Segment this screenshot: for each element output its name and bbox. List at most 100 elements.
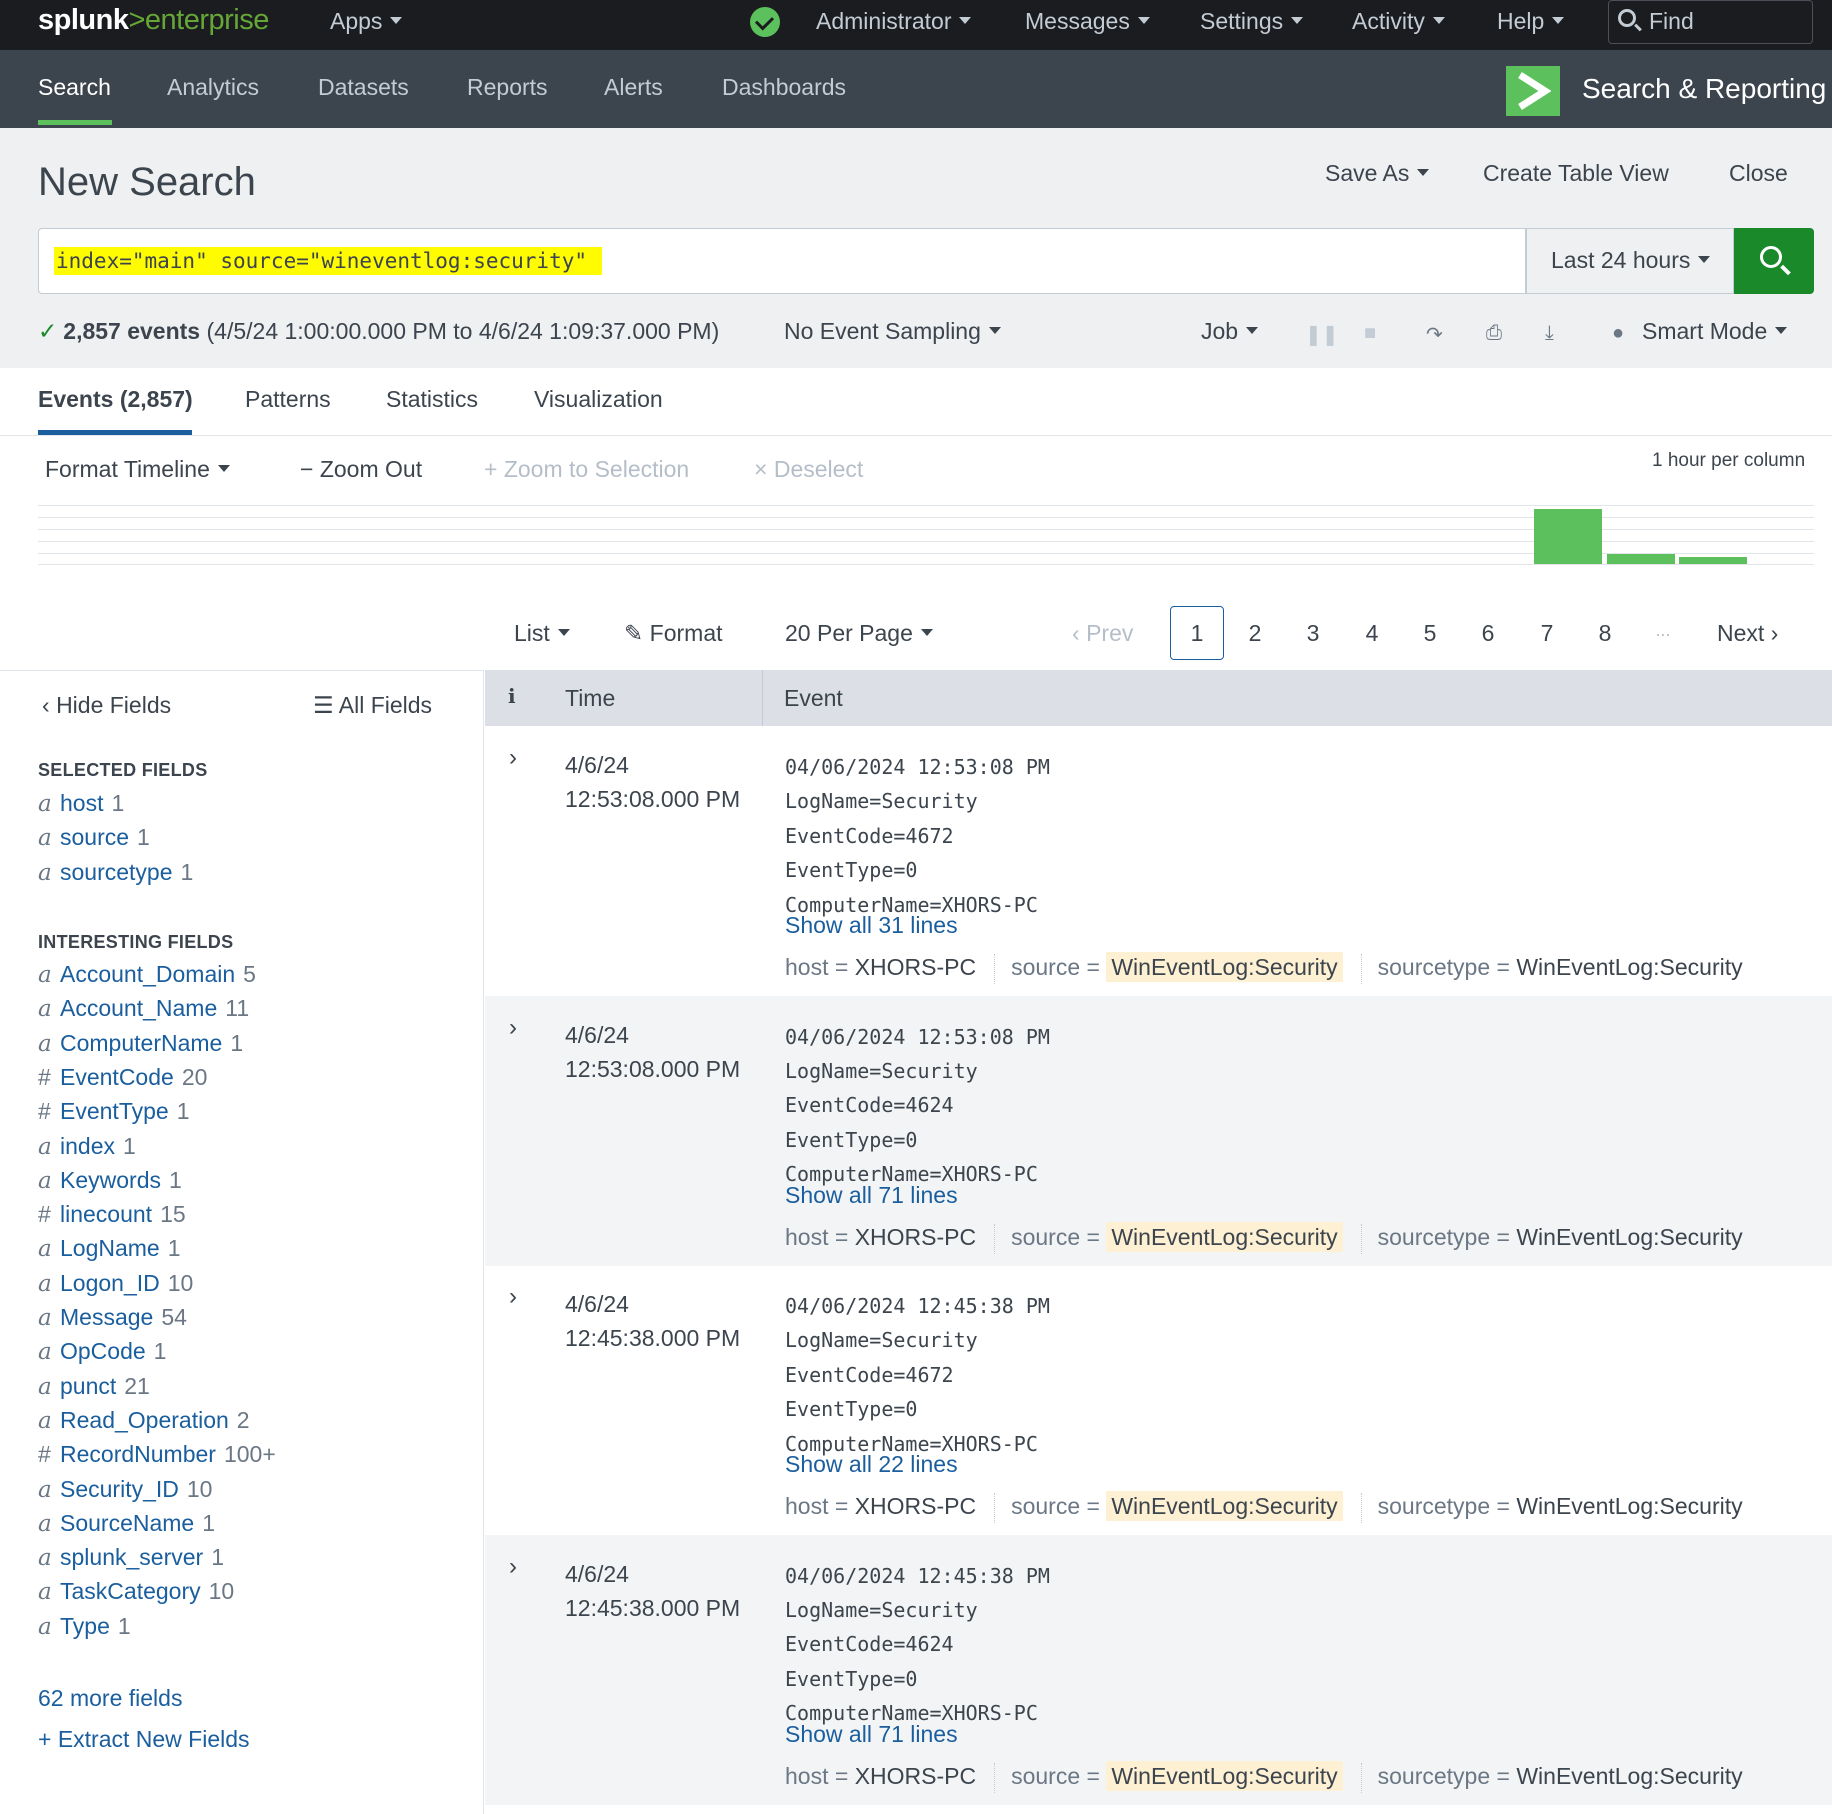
field-item[interactable]: a index 1: [38, 1133, 136, 1160]
event-sampling-menu[interactable]: No Event Sampling: [784, 318, 1001, 345]
field-name[interactable]: sourcetype: [60, 859, 173, 885]
field-name[interactable]: TaskCategory: [60, 1578, 201, 1604]
settings-menu[interactable]: Settings: [1200, 8, 1304, 35]
field-item[interactable]: a Read_Operation 2: [38, 1407, 250, 1434]
expand-chevron-icon[interactable]: ›: [509, 744, 517, 772]
field-item[interactable]: a ComputerName 1: [38, 1030, 243, 1057]
nav-alerts[interactable]: Alerts: [604, 74, 663, 101]
host-value[interactable]: XHORS-PC: [855, 1763, 976, 1789]
nav-reports[interactable]: Reports: [467, 74, 548, 101]
field-item[interactable]: a source 1: [38, 824, 150, 851]
administrator-menu[interactable]: Administrator: [816, 8, 972, 35]
job-menu[interactable]: Job: [1201, 318, 1259, 345]
show-all-lines-link[interactable]: Show all 22 lines: [785, 1451, 958, 1478]
sourcetype-value[interactable]: WinEventLog:Security: [1516, 1493, 1742, 1519]
tab-patterns[interactable]: Patterns: [245, 386, 331, 413]
host-value[interactable]: XHORS-PC: [855, 1493, 976, 1519]
field-item[interactable]: # linecount 15: [38, 1201, 186, 1228]
field-name[interactable]: source: [60, 824, 129, 850]
field-name[interactable]: ComputerName: [60, 1030, 222, 1056]
field-name[interactable]: index: [60, 1133, 115, 1159]
print-icon[interactable]: ⎙: [1486, 322, 1502, 345]
close-button[interactable]: Close: [1729, 160, 1788, 187]
field-name[interactable]: OpCode: [60, 1338, 146, 1364]
field-item[interactable]: a host 1: [38, 790, 124, 817]
time-range-picker[interactable]: Last 24 hours: [1526, 228, 1734, 294]
tab-visualization[interactable]: Visualization: [534, 386, 663, 413]
time-column-header[interactable]: Time: [565, 685, 615, 712]
field-name[interactable]: punct: [60, 1373, 116, 1399]
source-value[interactable]: WinEventLog:Security: [1106, 1491, 1343, 1522]
tab-events[interactable]: Events (2,857): [38, 386, 193, 413]
search-query[interactable]: index="main" source="wineventlog:securit…: [54, 247, 603, 275]
field-name[interactable]: Account_Domain: [60, 961, 235, 987]
field-name[interactable]: linecount: [60, 1201, 152, 1227]
page-button[interactable]: 6: [1473, 620, 1503, 647]
nav-datasets[interactable]: Datasets: [318, 74, 409, 101]
search-button[interactable]: [1734, 228, 1814, 294]
zoom-out-button[interactable]: − Zoom Out: [300, 456, 422, 483]
source-value[interactable]: WinEventLog:Security: [1106, 1760, 1343, 1791]
field-name[interactable]: Type: [60, 1613, 110, 1639]
field-item[interactable]: a punct 21: [38, 1373, 150, 1400]
field-name[interactable]: EventCode: [60, 1064, 174, 1090]
save-as-button[interactable]: Save As: [1325, 160, 1430, 187]
per-page-menu[interactable]: 20 Per Page: [785, 620, 933, 647]
expand-chevron-icon[interactable]: ›: [509, 1014, 517, 1042]
sourcetype-value[interactable]: WinEventLog:Security: [1516, 1224, 1742, 1250]
host-value[interactable]: XHORS-PC: [855, 1224, 976, 1250]
tab-statistics[interactable]: Statistics: [386, 386, 478, 413]
source-value[interactable]: WinEventLog:Security: [1106, 952, 1343, 983]
host-value[interactable]: XHORS-PC: [855, 954, 976, 980]
create-table-view-button[interactable]: Create Table View: [1483, 160, 1669, 187]
field-item[interactable]: a Security_ID 10: [38, 1476, 212, 1503]
field-name[interactable]: RecordNumber: [60, 1441, 216, 1467]
page-button[interactable]: 8: [1590, 620, 1620, 647]
field-item[interactable]: a TaskCategory 10: [38, 1578, 234, 1605]
more-fields-link[interactable]: 62 more fields: [38, 1685, 182, 1712]
field-name[interactable]: host: [60, 790, 103, 816]
export-icon[interactable]: ⤓: [1545, 322, 1554, 345]
field-item[interactable]: a OpCode 1: [38, 1338, 166, 1365]
search-input[interactable]: index="main" source="wineventlog:securit…: [38, 228, 1526, 294]
extract-new-fields-link[interactable]: + Extract New Fields: [38, 1726, 250, 1753]
field-name[interactable]: Account_Name: [60, 995, 217, 1021]
list-view-menu[interactable]: List: [514, 620, 570, 647]
page-button[interactable]: 2: [1240, 620, 1270, 647]
find-input[interactable]: Find: [1608, 0, 1813, 44]
share-icon[interactable]: ↷: [1426, 322, 1443, 347]
field-item[interactable]: a splunk_server 1: [38, 1544, 224, 1571]
field-item[interactable]: a Type 1: [38, 1613, 131, 1640]
splunk-logo[interactable]: splunk>enterprise: [38, 4, 269, 37]
apps-menu[interactable]: Apps: [330, 8, 403, 35]
expand-chevron-icon[interactable]: ›: [509, 1283, 517, 1311]
page-button[interactable]: 1: [1170, 606, 1224, 660]
sourcetype-value[interactable]: WinEventLog:Security: [1516, 1763, 1742, 1789]
show-all-lines-link[interactable]: Show all 31 lines: [785, 912, 958, 939]
field-name[interactable]: splunk_server: [60, 1544, 203, 1570]
nav-search[interactable]: Search: [38, 74, 111, 101]
timeline-bar[interactable]: [1534, 509, 1602, 564]
nav-dashboards[interactable]: Dashboards: [722, 74, 846, 101]
format-button[interactable]: ✎ Format: [624, 620, 723, 647]
messages-menu[interactable]: Messages: [1025, 8, 1150, 35]
pause-icon[interactable]: ❚❚: [1305, 322, 1339, 347]
field-item[interactable]: a sourcetype 1: [38, 859, 193, 886]
timeline-bar[interactable]: [1607, 554, 1675, 564]
deselect-button[interactable]: × Deselect: [754, 456, 863, 483]
format-timeline-menu[interactable]: Format Timeline: [45, 456, 230, 483]
page-button[interactable]: 4: [1357, 620, 1387, 647]
field-name[interactable]: SourceName: [60, 1510, 194, 1536]
sourcetype-value[interactable]: WinEventLog:Security: [1516, 954, 1742, 980]
next-page-button[interactable]: Next ›: [1717, 620, 1778, 647]
field-item[interactable]: a LogName 1: [38, 1235, 181, 1262]
page-button[interactable]: 3: [1298, 620, 1328, 647]
help-menu[interactable]: Help: [1497, 8, 1565, 35]
prev-page-button[interactable]: ‹ Prev: [1072, 620, 1133, 647]
field-item[interactable]: a Account_Name 11: [38, 995, 249, 1022]
timeline-chart[interactable]: [38, 505, 1814, 565]
field-name[interactable]: EventType: [60, 1098, 169, 1124]
field-item[interactable]: a Logon_ID 10: [38, 1270, 193, 1297]
timeline-bar[interactable]: [1679, 557, 1747, 564]
expand-chevron-icon[interactable]: ›: [509, 1553, 517, 1581]
